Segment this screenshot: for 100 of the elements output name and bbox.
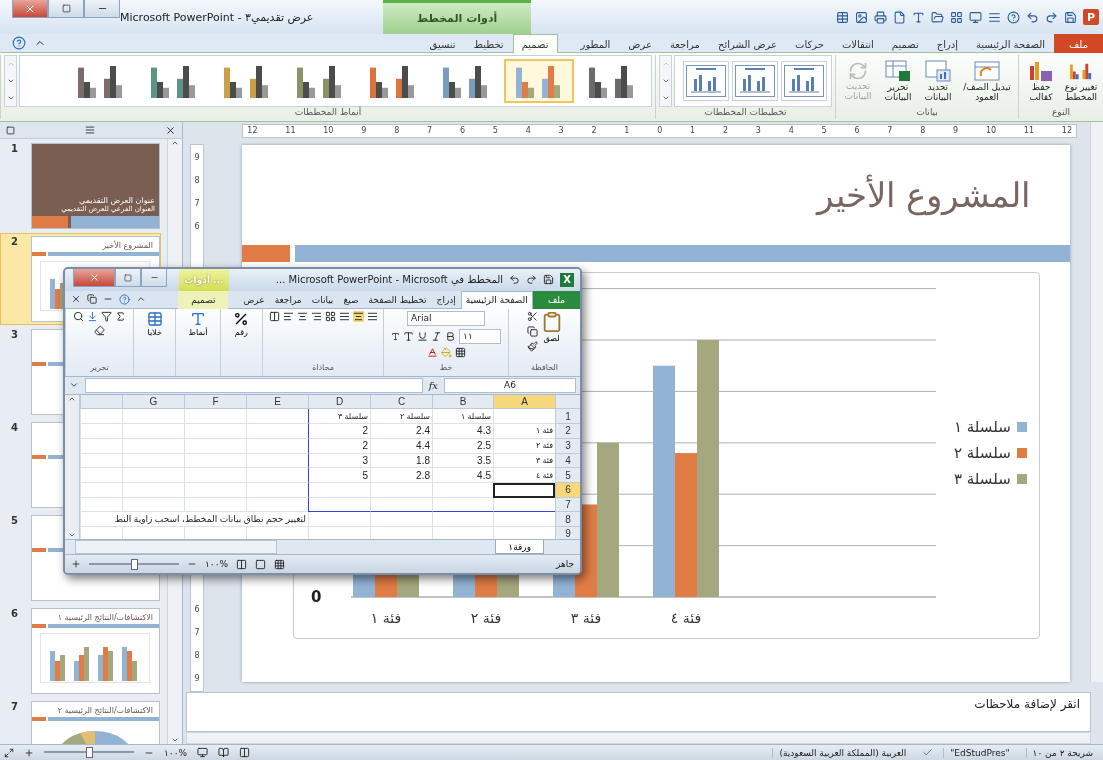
ruler-number: 11 [285, 126, 296, 136]
ruler-number: 8 [394, 126, 400, 136]
table-cell: 1.8 [370, 453, 432, 469]
thumbnail-title: عنوان العرض التقديمي [79, 196, 155, 205]
slide-info: شريحة ٢ من ١٠ [1025, 747, 1099, 758]
ribbon-button[interactable]: تبديل الصف/العمود [959, 58, 1015, 104]
ribbon-tab[interactable]: بيانات [306, 290, 339, 309]
contextual-tab-header: أدوات ... [179, 269, 229, 291]
ribbon-tab[interactable]: مراجعة [269, 290, 307, 309]
name-box[interactable]: A6 [444, 377, 576, 393]
table-cell: 2 [308, 424, 370, 439]
ruler-number: 2 [591, 126, 597, 136]
legend-label: سلسلة ٣ [954, 469, 1011, 488]
ribbon-button[interactable]: تحديد البيانات [919, 58, 957, 104]
slide-number: 7 [11, 701, 19, 712]
ruler-number: 6 [194, 605, 200, 614]
excel-logo: X [560, 272, 574, 287]
status-text: جاهز [555, 559, 574, 570]
language: العربية (المملكة العربية السعودية) [772, 747, 913, 758]
font-size-field[interactable]: ١١ [459, 328, 502, 344]
ribbon-tab[interactable]: إدراج [927, 34, 967, 53]
ribbon-tab[interactable]: انتقالات [832, 34, 883, 53]
sheet-tab[interactable]: ورقة١ [495, 540, 544, 555]
notes-field[interactable]: انقر لإضافة ملاحظات [186, 692, 1091, 732]
ribbon-tab[interactable]: المطور [571, 34, 620, 53]
ruler-number: 9 [953, 126, 959, 136]
group-label: خط [438, 362, 454, 374]
axis-label: 0 [311, 587, 322, 606]
table-cell: فئة ٤ [493, 468, 555, 483]
table-cell: 4.4 [370, 438, 432, 454]
ribbon-tab[interactable]: عرض [238, 290, 270, 309]
slide-title: المشروع الأخير [817, 174, 1030, 215]
zoom-level: %١٠٠ [205, 559, 229, 570]
ruler-number: 5 [821, 126, 827, 136]
ruler-number: 3 [755, 126, 761, 136]
ruler-number: 8 [194, 651, 200, 660]
ribbon-tab[interactable]: تخطيط [464, 34, 513, 53]
thumbnail-title: الاكتشافات/النتائج الرئيسية ٢ [56, 705, 154, 717]
ruler-number: 12 [247, 126, 258, 136]
legend-label: سلسلة ١ [954, 417, 1011, 436]
paste-button[interactable]: لصق [540, 310, 563, 343]
slide-number: 2 [11, 236, 19, 247]
slide-number: 6 [11, 608, 19, 619]
ruler-number: 9 [361, 126, 367, 136]
slide-number: 1 [11, 143, 19, 154]
ribbon-tab[interactable]: تصميم [882, 34, 928, 53]
ribbon-tab[interactable]: عرض [619, 34, 661, 53]
category-label: فئة ٤ [670, 609, 702, 626]
table-cell: 2 [308, 438, 370, 454]
ruler-number: 3 [558, 126, 564, 136]
ribbon-tab[interactable]: عرض الشرائح [708, 34, 786, 53]
group-label: محاذاة [311, 362, 335, 374]
ribbon-tab[interactable]: تخطيط الصفحة [363, 290, 432, 309]
window-title: المخطط في Microsoft PowerPoint - Microsoft ... [275, 274, 503, 286]
group-label: النوع [1051, 107, 1071, 119]
legend-label: سلسلة ٢ [954, 443, 1011, 462]
table-cell: سلسلة ٢ [370, 409, 432, 425]
ruler-number: 0 [657, 126, 663, 136]
ribbon-tab[interactable]: إدراج [431, 290, 461, 309]
table-cell: سلسلة ١ [432, 409, 493, 425]
ribbon-button[interactable]: تحرير البيانات [879, 58, 917, 104]
ruler-number: 8 [194, 176, 200, 185]
ribbon-tab[interactable]: صيغ [338, 290, 364, 309]
font-name-field[interactable]: Arial [407, 310, 486, 326]
zoom-level: %١٠٠ [164, 747, 188, 758]
category-label: فئة ٣ [570, 609, 602, 626]
row-header: 1 [555, 409, 580, 425]
table-cell: فئة ٢ [493, 438, 555, 454]
ribbon-tab[interactable]: تنسيق [420, 34, 465, 53]
table-cell: فئة ٣ [493, 453, 555, 469]
styles-button[interactable]: أنماط [188, 310, 208, 337]
table-cell: 2.5 [432, 438, 493, 454]
group-label: الحافظة [530, 362, 559, 374]
table-cell: 4.3 [432, 424, 493, 439]
function-label: fx [428, 379, 438, 391]
ruler-number: 9 [194, 674, 200, 683]
ribbon-tab[interactable]: تصميم [512, 34, 558, 53]
number-format-button[interactable]: رقم [233, 310, 250, 337]
ruler-number: 8 [920, 126, 926, 136]
ruler-number: 12 [1061, 126, 1072, 136]
slide-number: 3 [11, 329, 19, 340]
ribbon-button[interactable]: تغيير نوع المخطط [1062, 58, 1100, 104]
ribbon-tab[interactable]: ملف [1053, 34, 1103, 53]
ruler-number: 2 [722, 126, 728, 136]
thumbnail-title: الاكتشافات/النتائج الرئيسية ١ [56, 612, 154, 624]
ruler-number: 10 [323, 126, 334, 136]
ribbon-tab[interactable]: مراجعة [660, 34, 709, 53]
ribbon-tab[interactable]: حركات [786, 34, 833, 53]
table-cell: سلسلة ٣ [308, 409, 370, 425]
app-logo: P [1083, 9, 1099, 25]
slide-number: 4 [11, 422, 19, 433]
ruler-number: 6 [854, 126, 860, 136]
table-cell: 5 [308, 468, 370, 483]
table-cell: 4.5 [432, 468, 493, 483]
ribbon-tab[interactable]: الصفحة الرئيسية [966, 34, 1054, 53]
slide-number: 5 [11, 515, 19, 526]
ruler-number: 10 [985, 126, 997, 136]
ruler-number: 4 [788, 126, 794, 136]
table-cell: لتغيير حجم نطاق بيانات المخطط، اسحب زاوية النط [80, 512, 308, 527]
ribbon-button[interactable]: حفظ كقالب [1022, 58, 1060, 104]
